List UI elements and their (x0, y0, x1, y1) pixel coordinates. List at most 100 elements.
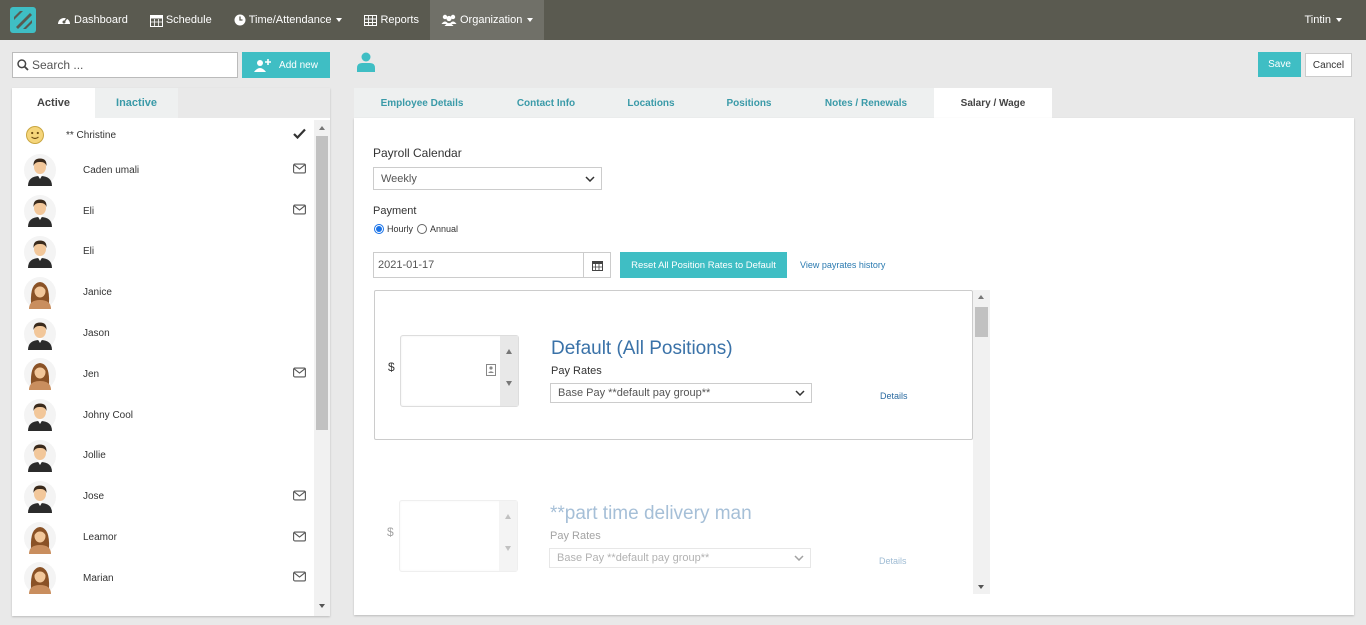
payroll-calendar-label: Payroll Calendar (373, 146, 462, 160)
calendar-icon (591, 260, 603, 271)
list-item[interactable]: Johny Cool (12, 395, 312, 436)
annual-radio[interactable] (417, 224, 428, 234)
tab-locations[interactable]: Locations (602, 88, 700, 118)
scroll-up-icon[interactable] (319, 126, 325, 130)
list-item[interactable]: Jen (12, 354, 312, 395)
view-payrates-history-link[interactable]: View payrates history (800, 260, 885, 270)
person-icon (357, 52, 375, 72)
chevron-down-icon (585, 175, 595, 182)
nav-organization[interactable]: Organization (429, 0, 545, 40)
pay-group-select[interactable]: Base Pay **default pay group** (550, 383, 812, 403)
tab-inactive[interactable]: Inactive (95, 88, 178, 118)
effective-date-input[interactable]: 2021-01-17 (373, 252, 584, 278)
employee-name: Eli (83, 246, 95, 258)
mail-icon[interactable] (293, 367, 306, 381)
pay-group-value: Base Pay **default pay group** (557, 552, 710, 564)
rate-card: $ Default (All Positions) Pay Rates Base… (374, 290, 973, 440)
nav-time-attendance[interactable]: Time/Attendance (223, 0, 354, 40)
date-picker-button[interactable] (583, 252, 611, 278)
rate-amount-input[interactable] (399, 500, 518, 572)
list-item[interactable]: ** Christine (12, 120, 312, 150)
scroll-down-icon[interactable] (319, 604, 325, 608)
rate-amount-input[interactable] (400, 335, 519, 407)
pay-rates-label: Pay Rates (551, 365, 602, 377)
pay-group-select[interactable]: Base Pay **default pay group** (549, 548, 811, 568)
mail-icon[interactable] (293, 490, 306, 503)
tab-contact-info[interactable]: Contact Info (490, 88, 602, 118)
details-link[interactable]: Details (879, 556, 907, 566)
scroll-up-icon[interactable] (978, 295, 984, 299)
list-item[interactable]: Eli (12, 191, 312, 232)
rate-spinner[interactable] (499, 501, 517, 571)
avatar (24, 439, 56, 472)
list-item[interactable]: Eli (12, 232, 312, 273)
pay-group-value: Base Pay **default pay group** (558, 387, 711, 399)
check-icon (293, 128, 306, 142)
nav-schedule[interactable]: Schedule (139, 0, 223, 40)
nav-reports[interactable]: Reports (353, 0, 430, 40)
payroll-calendar-value: Weekly (381, 172, 417, 185)
decrement-icon[interactable] (506, 381, 512, 386)
chevron-down-icon (336, 18, 343, 22)
scrollbar-thumb[interactable] (975, 307, 988, 337)
nav-organization-label: Organization (459, 14, 523, 26)
employee-status-tabs: Active Inactive (12, 88, 330, 118)
save-button[interactable]: Save (1258, 52, 1301, 77)
decrement-icon[interactable] (505, 546, 511, 551)
app-logo[interactable] (0, 0, 46, 40)
mail-icon[interactable] (293, 163, 306, 177)
payment-type-radios: Hourly Annual (374, 224, 458, 234)
tab-positions[interactable]: Positions (700, 88, 798, 118)
nav-schedule-label: Schedule (165, 14, 212, 26)
currency-symbol: $ (388, 360, 395, 374)
list-item[interactable]: Marian (12, 558, 312, 599)
list-item[interactable]: Jollie (12, 436, 312, 477)
calendar-icon (149, 14, 163, 27)
nav-dashboard[interactable]: Dashboard (46, 0, 139, 40)
smiley-icon (26, 126, 44, 144)
tab-salary-wage[interactable]: Salary / Wage (934, 88, 1052, 118)
users-icon (441, 14, 457, 26)
scrollbar-thumb[interactable] (316, 136, 328, 430)
mail-icon[interactable] (293, 571, 306, 585)
chevron-down-icon (1336, 18, 1342, 22)
search-icon (17, 59, 29, 71)
avatar (24, 480, 56, 513)
scroll-down-icon[interactable] (978, 585, 984, 589)
cancel-button[interactable]: Cancel (1305, 53, 1352, 77)
payroll-calendar-select[interactable]: Weekly (373, 167, 602, 190)
mail-icon[interactable] (293, 531, 306, 544)
list-item[interactable]: Leamor (12, 517, 312, 558)
avatar (24, 235, 56, 268)
user-menu[interactable]: Tintin (1305, 0, 1342, 40)
reset-rates-button[interactable]: Reset All Position Rates to Default (620, 252, 787, 278)
logo-icon (10, 7, 36, 33)
search-input[interactable] (32, 58, 222, 72)
rate-spinner[interactable] (500, 336, 518, 406)
increment-icon[interactable] (505, 514, 511, 519)
currency-symbol: $ (387, 525, 394, 539)
mail-icon[interactable] (293, 204, 306, 218)
employee-list-scrollbar[interactable] (314, 120, 330, 616)
rate-card: $ **part time delivery man Pay Rates Bas… (374, 456, 973, 594)
pay-rates-label: Pay Rates (550, 530, 601, 542)
tab-employee-details[interactable]: Employee Details (354, 88, 490, 118)
rates-scrollbar[interactable] (973, 290, 990, 594)
list-item[interactable]: Jason (12, 313, 312, 354)
effective-date-value: 2021-01-17 (378, 259, 435, 271)
list-item[interactable]: Caden umali (12, 150, 312, 191)
details-link[interactable]: Details (880, 391, 908, 401)
nav-dashboard-label: Dashboard (74, 14, 128, 26)
hourly-radio[interactable] (374, 224, 384, 234)
nav-time-attendance-label: Time/Attendance (248, 14, 332, 26)
employee-name: Jason (83, 328, 110, 340)
tab-active[interactable]: Active (12, 88, 95, 118)
employee-name: Caden umali (83, 164, 140, 176)
add-new-button[interactable]: Add new (242, 52, 330, 78)
rate-card-title: Default (All Positions) (551, 338, 733, 359)
list-item[interactable]: Janice (12, 272, 312, 313)
avatar (24, 317, 56, 350)
tab-notes-renewals[interactable]: Notes / Renewals (798, 88, 934, 118)
increment-icon[interactable] (506, 349, 512, 354)
list-item[interactable]: Jose (12, 476, 312, 517)
